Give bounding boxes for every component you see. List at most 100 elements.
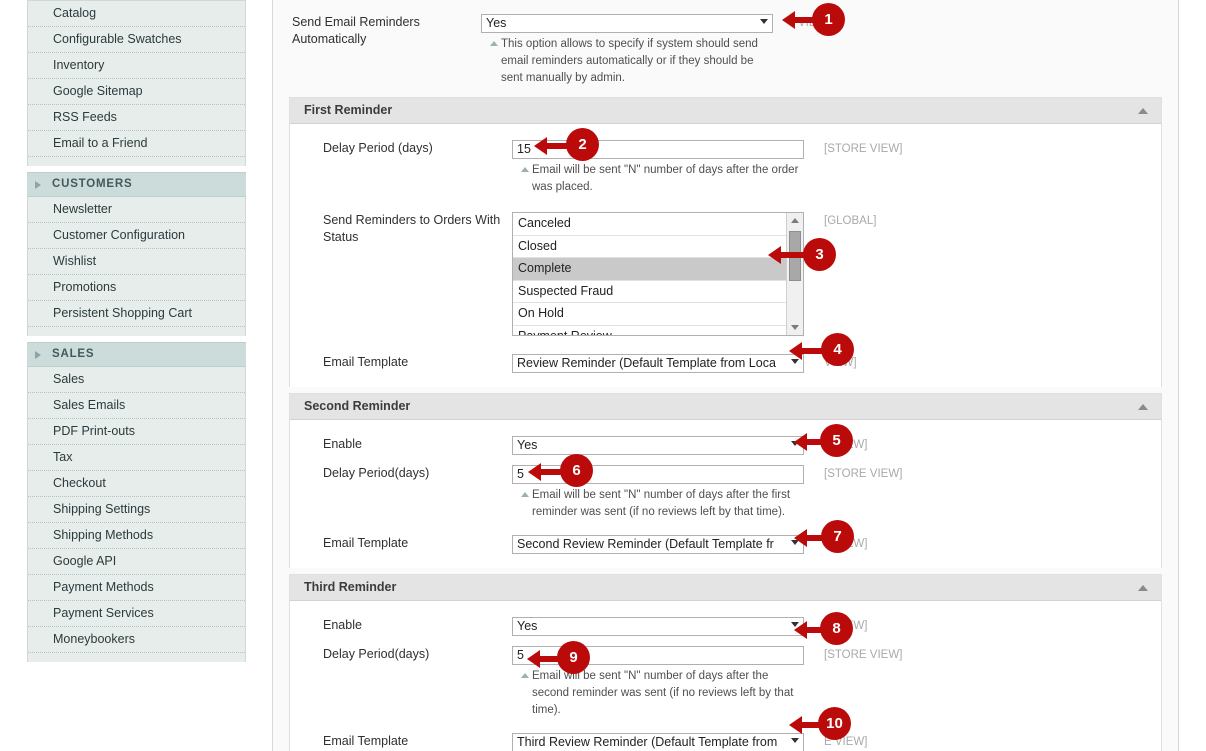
field-scope-third-delay-period: [STORE VIEW]: [824, 649, 903, 661]
field-control-second-email-template: Second Review Reminder (Default Template…: [512, 535, 804, 554]
sidebar-item-wishlist[interactable]: Wishlist: [28, 249, 245, 275]
field-row-order-status: Send Reminders to Orders With Status Can…: [290, 200, 1161, 340]
field-row-second-delay-period: Delay Period(days) 5 Email will be sent …: [290, 459, 1161, 525]
scrollbar-thumb[interactable]: [789, 231, 801, 281]
sidebar-item-persistent-shopping-cart[interactable]: Persistent Shopping Cart: [28, 301, 245, 327]
order-status-multiselect[interactable]: Canceled Closed Complete Suspected Fraud…: [512, 212, 804, 336]
hint-text: Email will be sent "N" number of days af…: [532, 164, 799, 193]
order-status-option[interactable]: Payment Review: [513, 326, 786, 336]
sidebar-item-sales[interactable]: Sales: [28, 367, 245, 393]
field-label-second-enable: Enable: [323, 437, 362, 451]
chevron-down-icon: [791, 738, 799, 743]
chevron-right-icon: [35, 351, 41, 359]
order-status-option[interactable]: Canceled: [513, 213, 786, 236]
order-status-option[interactable]: Closed: [513, 236, 786, 258]
section-general: Send Email Reminders Automatically Yes T…: [273, 0, 1178, 91]
field-control-first-email-template: Review Reminder (Default Template from L…: [512, 354, 804, 373]
sidebar-group-catalog: Catalog Configurable Swatches Inventory …: [27, 0, 246, 166]
sidebar-item-email-to-a-friend[interactable]: Email to a Friend: [28, 131, 245, 157]
field-control-third-enable: Yes: [512, 617, 804, 636]
sidebar-item-shipping-settings[interactable]: Shipping Settings: [28, 497, 245, 523]
second-enable-select[interactable]: Yes: [512, 436, 804, 455]
sidebar-item-payment-methods[interactable]: Payment Methods: [28, 575, 245, 601]
triangle-up-icon: [521, 167, 529, 172]
scroll-up-arrow-icon[interactable]: [787, 213, 803, 229]
chevron-down-icon: [760, 19, 768, 24]
send-email-reminders-select[interactable]: Yes: [481, 14, 773, 33]
listbox-scrollbar[interactable]: [786, 213, 803, 335]
select-value: Yes: [517, 438, 538, 452]
sidebar-item-tax[interactable]: Tax: [28, 445, 245, 471]
field-row-third-delay-period: Delay Period(days) 5 Email will be sent …: [290, 640, 1161, 723]
field-label-first-delay-period: Delay Period (days): [323, 141, 433, 155]
sidebar-item-newsletter[interactable]: Newsletter: [28, 197, 245, 223]
sidebar-item-catalog[interactable]: Catalog: [28, 1, 245, 27]
field-hint-send-email-reminders: This option allows to specify if system …: [481, 36, 773, 87]
fieldset-first-reminder: First Reminder Delay Period (days) 15 Em…: [289, 97, 1162, 387]
sidebar-item-payment-services[interactable]: Payment Services: [28, 601, 245, 627]
sidebar-group-sales: Sales Sales Emails PDF Print-outs Tax Ch…: [27, 367, 246, 662]
field-label-order-status: Send Reminders to Orders With Status: [323, 213, 501, 244]
fieldset-body-first-reminder: Delay Period (days) 15 Email will be sen…: [290, 124, 1161, 387]
chevron-right-icon: [35, 181, 41, 189]
sidebar-item-rss-feeds[interactable]: RSS Feeds: [28, 105, 245, 131]
field-scope-first-delay-period: [STORE VIEW]: [824, 143, 903, 155]
sidebar-group-spacer: [28, 157, 245, 166]
sidebar-item-customer-configuration[interactable]: Customer Configuration: [28, 223, 245, 249]
collapse-triangle-icon[interactable]: [1138, 108, 1148, 114]
fieldset-body-third-reminder: Enable Yes E VIEW] Delay Period(days) 5: [290, 601, 1161, 751]
collapse-triangle-icon[interactable]: [1138, 404, 1148, 410]
sidebar-group-spacer: [28, 327, 245, 336]
sidebar-item-moneybookers[interactable]: Moneybookers: [28, 627, 245, 653]
sidebar-item-pdf-print-outs[interactable]: PDF Print-outs: [28, 419, 245, 445]
select-value: Third Review Reminder (Default Template …: [517, 735, 778, 749]
sidebar-item-shipping-methods[interactable]: Shipping Methods: [28, 523, 245, 549]
field-scope-second-email-template: E VIEW]: [824, 538, 868, 550]
field-label-second-delay-period: Delay Period(days): [323, 466, 430, 480]
field-control-second-enable: Yes: [512, 436, 804, 455]
hint-text: Email will be sent "N" number of days af…: [532, 670, 794, 716]
fieldset-header-second-reminder[interactable]: Second Reminder: [290, 394, 1161, 420]
fieldset-title: First Reminder: [304, 103, 393, 117]
third-enable-select[interactable]: Yes: [512, 617, 804, 636]
hint-text: This option allows to specify if system …: [501, 38, 758, 84]
select-value: Yes: [486, 16, 507, 30]
field-scope-second-enable: E VIEW]: [824, 439, 868, 451]
third-email-template-select[interactable]: Third Review Reminder (Default Template …: [512, 733, 804, 751]
fieldset-header-third-reminder[interactable]: Third Reminder: [290, 575, 1161, 601]
order-status-option[interactable]: On Hold: [513, 303, 786, 326]
sidebar-item-inventory[interactable]: Inventory: [28, 53, 245, 79]
fieldset-header-first-reminder[interactable]: First Reminder: [290, 98, 1161, 124]
first-delay-period-input[interactable]: 15: [512, 140, 804, 159]
collapse-triangle-icon[interactable]: [1138, 585, 1148, 591]
sidebar-item-google-sitemap[interactable]: Google Sitemap: [28, 79, 245, 105]
order-status-option-selected[interactable]: Complete: [513, 258, 786, 281]
sidebar-item-checkout[interactable]: Checkout: [28, 471, 245, 497]
field-scope-third-enable: E VIEW]: [824, 620, 868, 632]
field-row-send-email-reminders: Send Email Reminders Automatically Yes T…: [273, 10, 1178, 91]
field-hint-second-delay-period: Email will be sent "N" number of days af…: [512, 487, 804, 521]
field-row-second-enable: Enable Yes E VIEW]: [290, 432, 1161, 459]
triangle-up-icon: [521, 673, 529, 678]
chevron-down-icon: [791, 622, 799, 627]
sidebar-section-sales[interactable]: SALES: [27, 342, 246, 367]
field-row-first-delay-period: Delay Period (days) 15 Email will be sen…: [290, 136, 1161, 200]
field-hint-third-delay-period: Email will be sent "N" number of days af…: [512, 668, 804, 719]
second-delay-period-input[interactable]: 5: [512, 465, 804, 484]
scroll-down-arrow-icon[interactable]: [787, 319, 803, 335]
sidebar-item-google-api[interactable]: Google API: [28, 549, 245, 575]
sidebar-item-sales-emails[interactable]: Sales Emails: [28, 393, 245, 419]
field-scope-second-delay-period: [STORE VIEW]: [824, 468, 903, 480]
fieldset-title: Second Reminder: [304, 399, 411, 413]
sidebar-item-configurable-swatches[interactable]: Configurable Swatches: [28, 27, 245, 53]
field-control-second-delay-period: 5 Email will be sent "N" number of days …: [512, 465, 804, 521]
field-scope-send-email-reminders: VIEW]: [798, 17, 831, 29]
third-delay-period-input[interactable]: 5: [512, 646, 804, 665]
second-email-template-select[interactable]: Second Review Reminder (Default Template…: [512, 535, 804, 554]
sidebar-item-promotions[interactable]: Promotions: [28, 275, 245, 301]
field-label-first-email-template: Email Template: [323, 355, 409, 369]
fieldset-third-reminder: Third Reminder Enable Yes E VIEW] Delay …: [289, 574, 1162, 751]
sidebar-section-customers[interactable]: CUSTOMERS: [27, 172, 246, 197]
order-status-option[interactable]: Suspected Fraud: [513, 281, 786, 303]
first-email-template-select[interactable]: Review Reminder (Default Template from L…: [512, 354, 804, 373]
